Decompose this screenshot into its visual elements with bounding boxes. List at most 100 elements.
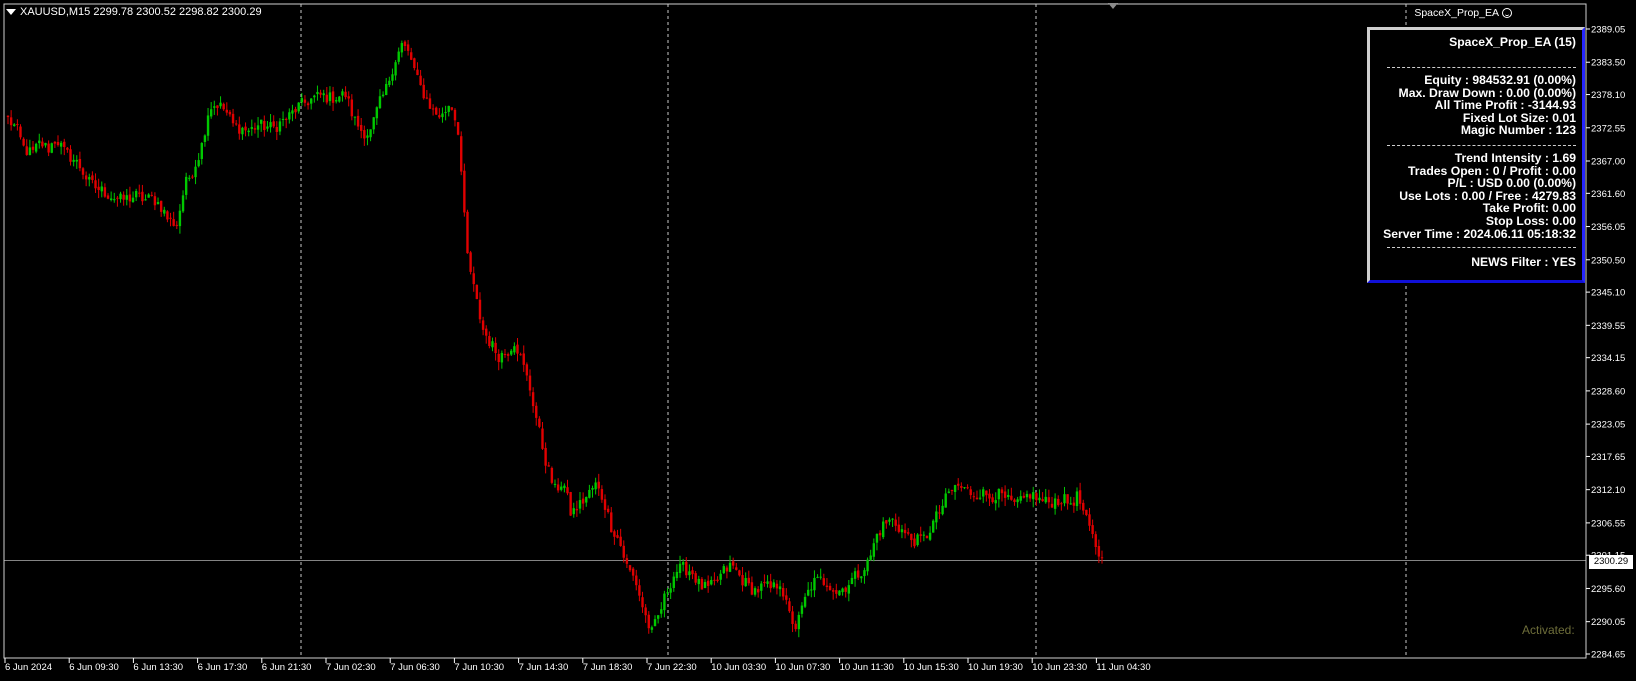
candle-body (331, 91, 335, 103)
candle-body (750, 582, 754, 595)
candle-body (778, 586, 782, 590)
candle-body (513, 346, 516, 353)
candle-body (109, 198, 113, 200)
candle-body (394, 62, 397, 76)
candle-body (847, 585, 851, 594)
candle-body (1010, 495, 1013, 500)
candle-body (166, 211, 169, 220)
candle-body (469, 252, 472, 272)
candle-body (735, 567, 738, 570)
candle-body (322, 93, 325, 96)
candle-body (960, 486, 963, 488)
candle-body (928, 532, 932, 540)
candle-body (710, 580, 713, 585)
x-tick-label: 7 Jun 02:30 (326, 662, 376, 673)
current-price-tag: 2300.29 (1589, 555, 1633, 569)
candle-body (628, 565, 632, 571)
candle-body (531, 392, 535, 407)
candle-body (922, 534, 926, 536)
candle-body (572, 508, 575, 515)
candle-body (838, 590, 841, 596)
candle-body (94, 180, 97, 189)
candle-body (925, 535, 929, 539)
candle-body (328, 92, 332, 102)
candle-body (197, 160, 200, 167)
candle-body (1097, 546, 1101, 557)
candle-body (850, 577, 854, 585)
candle-body (53, 141, 57, 144)
candle-body (610, 512, 613, 533)
candle-body (438, 115, 441, 118)
candle-body (581, 498, 585, 504)
candle-body (528, 375, 532, 391)
candle-body (363, 130, 366, 139)
candle-body (972, 496, 976, 498)
y-tick-label: 2350.50 (1591, 255, 1625, 266)
candle-body (485, 328, 488, 336)
candle-body (1007, 495, 1010, 498)
candle-body (150, 194, 153, 196)
candle-body (231, 113, 235, 124)
symbol-header[interactable]: XAUUSD,M15 2299.78 2300.52 2298.82 2300.… (6, 6, 262, 18)
dropdown-triangle-icon[interactable] (6, 9, 16, 15)
candle-body (88, 177, 91, 180)
candle-body (535, 405, 538, 418)
y-tick-label: 2295.60 (1591, 584, 1625, 595)
candle-body (794, 623, 797, 630)
candle-body (347, 96, 350, 99)
candle-body (163, 209, 166, 214)
candle-body (1053, 498, 1057, 509)
candle-body (619, 536, 622, 546)
y-tick-label: 2317.65 (1591, 452, 1625, 463)
candle-body (309, 98, 313, 104)
candle-body (250, 127, 254, 129)
candle-body (1066, 494, 1069, 504)
candle-body (84, 175, 88, 180)
y-tick-label: 2290.05 (1591, 617, 1625, 628)
candle-body (932, 520, 935, 533)
candle-body (300, 98, 304, 103)
candle-body (453, 109, 457, 121)
candle-body (175, 224, 178, 226)
candle-body (760, 583, 763, 591)
candle-body (419, 75, 422, 86)
candle-body (756, 589, 760, 593)
candle-body (463, 170, 466, 213)
candle-body (788, 601, 791, 612)
candle-body (663, 593, 666, 611)
candle-body (781, 588, 785, 597)
candle-body (1038, 497, 1041, 501)
candle-body (660, 609, 663, 614)
candle-body (694, 573, 697, 583)
x-tick-label: 6 Jun 13:30 (133, 662, 183, 673)
x-tick-label: 6 Jun 2024 (5, 662, 52, 673)
candle-body (885, 520, 888, 524)
shift-marker-icon[interactable] (1108, 3, 1118, 9)
candle-body (181, 195, 185, 212)
candle-body (156, 202, 160, 205)
candle-body (1028, 494, 1032, 499)
candle-body (1013, 499, 1016, 502)
ea-label[interactable]: SpaceX_Prop_EA (1414, 7, 1512, 19)
candle-body (1060, 503, 1063, 505)
candle-body (497, 353, 500, 363)
candle-body (941, 505, 944, 515)
candle-body (116, 197, 119, 199)
candle-body (844, 587, 847, 592)
candle-body (1063, 494, 1066, 504)
candle-body (272, 121, 275, 127)
candle-body (460, 136, 463, 172)
candle-body (763, 581, 766, 584)
candle-body (753, 588, 757, 595)
candle-body (1072, 502, 1076, 506)
candle-body (675, 571, 679, 579)
panel-separator (1387, 67, 1576, 68)
candle-body (597, 481, 600, 489)
candle-body (13, 124, 16, 127)
smiley-icon (1502, 8, 1512, 18)
candle-body (450, 107, 454, 110)
candle-body (697, 578, 700, 585)
candle-body (950, 489, 954, 491)
x-tick-label: 10 Jun 19:30 (968, 662, 1023, 673)
candle-body (591, 487, 594, 490)
